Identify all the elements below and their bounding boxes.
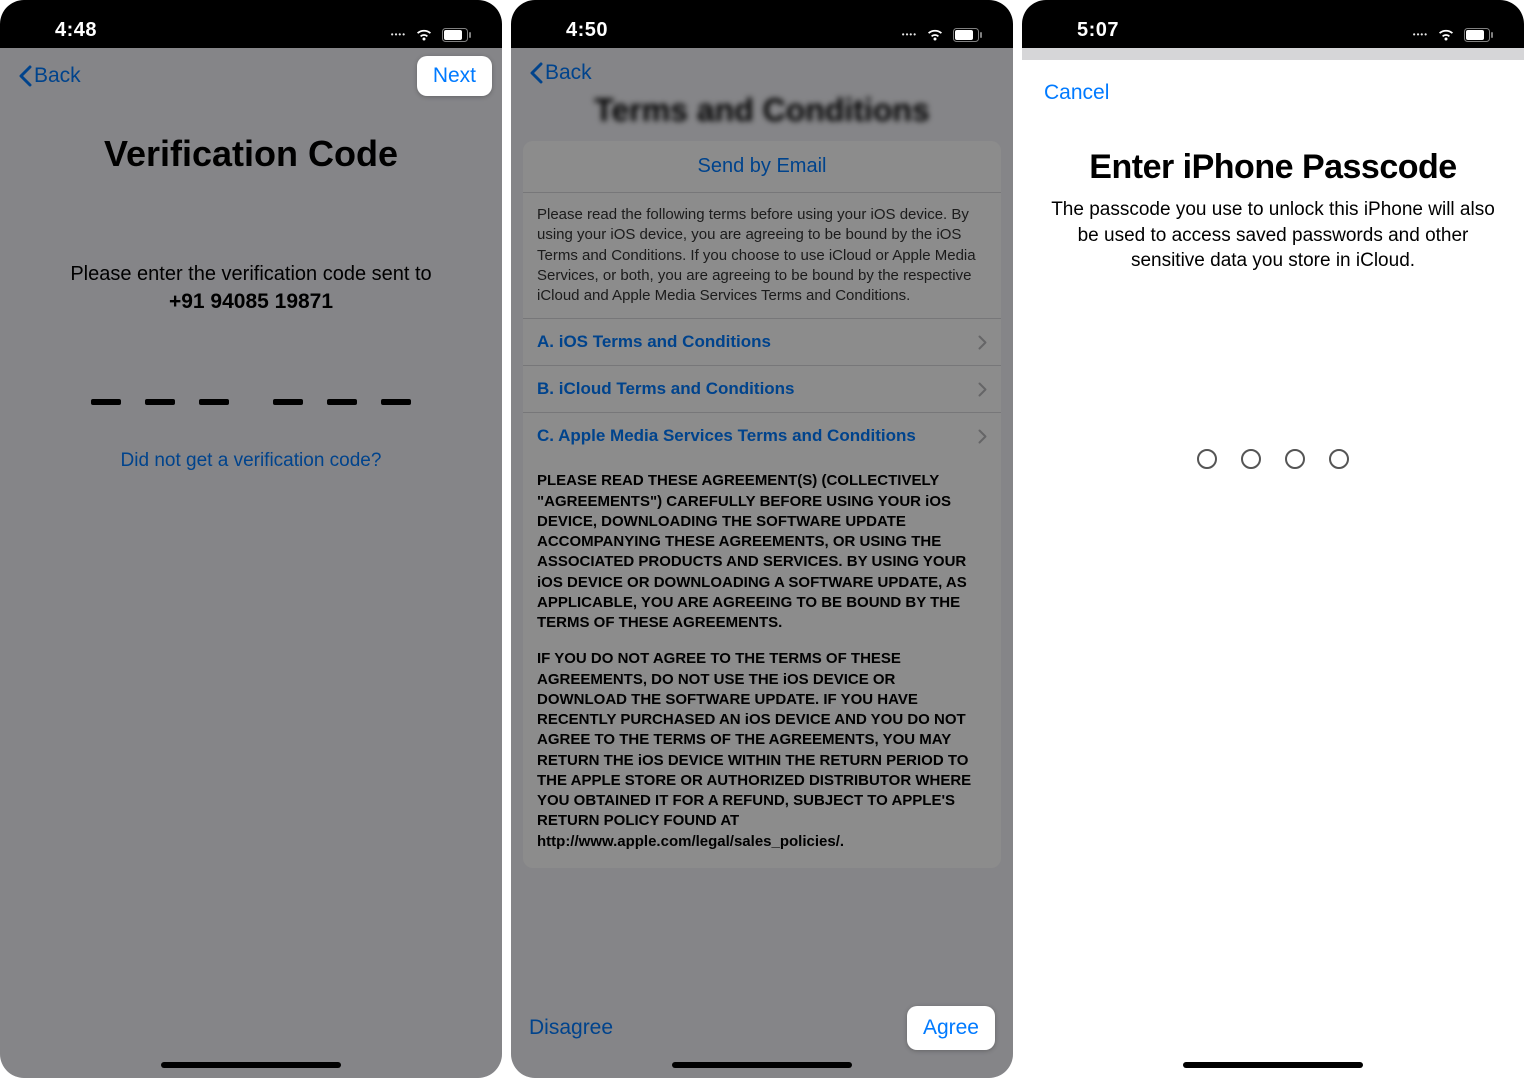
battery-icon	[953, 28, 983, 42]
code-slot	[199, 399, 229, 405]
passcode-dot	[1285, 449, 1305, 469]
terms-row-ios[interactable]: A. iOS Terms and Conditions	[523, 318, 1001, 365]
chevron-back-icon	[529, 62, 543, 84]
terms-row-label: B. iCloud Terms and Conditions	[537, 379, 795, 399]
passcode-dot	[1329, 449, 1349, 469]
home-indicator	[1183, 1062, 1363, 1068]
code-slot	[327, 399, 357, 405]
status-bar: 4:50 ••••	[511, 0, 1013, 48]
chevron-right-icon	[978, 429, 987, 444]
sheet-background	[1022, 48, 1524, 60]
chevron-right-icon	[978, 382, 987, 397]
passcode-description: The passcode you use to unlock this iPho…	[1042, 197, 1504, 274]
terms-paragraph: PLEASE READ THESE AGREEMENT(S) (COLLECTI…	[537, 471, 987, 633]
disagree-button[interactable]: Disagree	[529, 1016, 613, 1040]
page-title: Verification Code	[0, 133, 502, 175]
screen-terms-conditions: 4:50 •••• Back Terms and Conditions	[511, 0, 1013, 1078]
chevron-right-icon	[978, 335, 987, 350]
terms-body-text: PLEASE READ THESE AGREEMENT(S) (COLLECTI…	[523, 459, 1001, 852]
terms-row-label: A. iOS Terms and Conditions	[537, 332, 771, 352]
terms-paragraph: IF YOU DO NOT AGREE TO THE TERMS OF THES…	[537, 649, 987, 852]
next-button[interactable]: Next	[417, 56, 492, 96]
battery-icon	[442, 28, 472, 42]
code-slot	[381, 399, 411, 405]
passcode-dot	[1197, 449, 1217, 469]
code-slot	[91, 399, 121, 405]
agree-button[interactable]: Agree	[907, 1006, 995, 1050]
wifi-icon	[414, 27, 434, 42]
wifi-icon	[1436, 27, 1456, 42]
code-slot	[145, 399, 175, 405]
send-by-email-link[interactable]: Send by Email	[523, 141, 1001, 193]
cellular-icon: ••••	[1413, 30, 1428, 39]
passcode-dot	[1241, 449, 1261, 469]
chevron-back-icon	[18, 65, 32, 87]
screen-verification-code: 4:48 •••• Back Next Verification Cod	[0, 0, 502, 1078]
status-bar: 5:07 ••••	[1022, 0, 1524, 48]
cellular-icon: ••••	[391, 30, 406, 39]
passcode-input[interactable]	[1022, 449, 1524, 469]
verification-prompt: Please enter the verification code sent …	[0, 260, 502, 288]
terms-row-label: C. Apple Media Services Terms and Condit…	[537, 426, 916, 446]
back-label: Back	[34, 64, 81, 88]
terms-row-media-services[interactable]: C. Apple Media Services Terms and Condit…	[523, 412, 1001, 459]
verification-phone-number: +91 94085 19871	[0, 290, 502, 314]
status-time: 5:07	[1077, 19, 1119, 42]
screen-enter-passcode: 5:07 •••• Cancel Enter iPhone Passcode T…	[1022, 0, 1524, 1078]
wifi-icon	[925, 27, 945, 42]
terms-intro-text: Please read the following terms before u…	[523, 193, 1001, 318]
resend-code-link[interactable]: Did not get a verification code?	[0, 450, 502, 472]
battery-icon	[1464, 28, 1494, 42]
cellular-icon: ••••	[902, 30, 917, 39]
back-button[interactable]: Back	[529, 61, 592, 85]
status-time: 4:48	[55, 19, 97, 42]
back-label: Back	[545, 61, 592, 85]
page-title: Terms and Conditions	[511, 92, 1013, 129]
status-time: 4:50	[566, 19, 608, 42]
verification-code-input[interactable]	[0, 399, 502, 405]
code-slot	[273, 399, 303, 405]
cancel-button[interactable]: Cancel	[1044, 81, 1109, 105]
terms-card: Send by Email Please read the following …	[523, 141, 1001, 868]
home-indicator	[161, 1062, 341, 1068]
terms-row-icloud[interactable]: B. iCloud Terms and Conditions	[523, 365, 1001, 412]
page-title: Enter iPhone Passcode	[1022, 148, 1524, 187]
back-button[interactable]: Back	[18, 64, 81, 88]
home-indicator	[672, 1062, 852, 1068]
status-bar: 4:48 ••••	[0, 0, 502, 48]
